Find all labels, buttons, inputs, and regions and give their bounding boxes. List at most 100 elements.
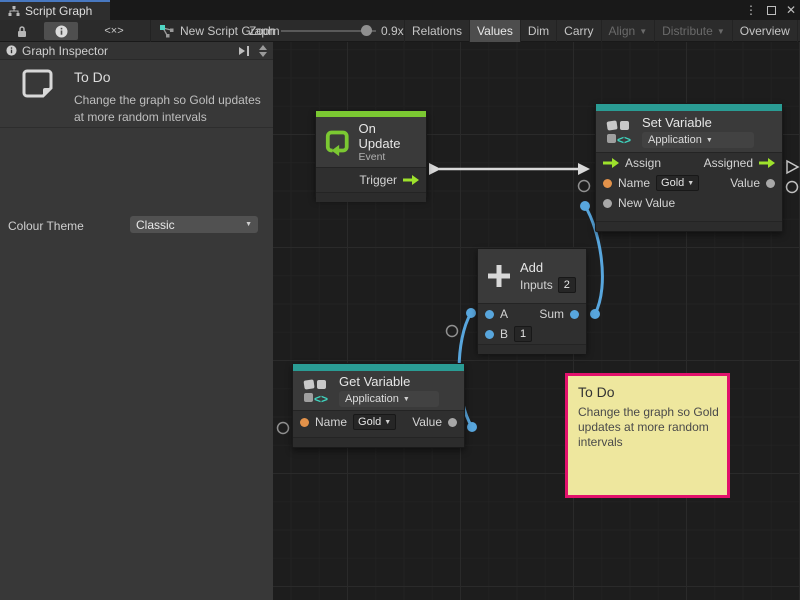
node-title: On Update [359, 121, 419, 151]
wire-endpoint [467, 422, 477, 432]
variable-scope-dropdown[interactable]: Application▼ [339, 391, 439, 407]
node-footer [596, 221, 782, 231]
graph-inspector-panel: Graph Inspector To Do Change the graph s… [0, 42, 273, 600]
new-value-port-label: New Value [618, 196, 675, 210]
node-set-variable[interactable]: <> Set Variable Application▼ Assign Assi… [595, 103, 783, 232]
inspector-title: Graph Inspector [22, 44, 108, 58]
port-halo-triangle [787, 161, 798, 173]
node-footer [478, 344, 586, 354]
name-input-port[interactable] [603, 179, 612, 188]
port-halo [579, 181, 590, 192]
tab-strip: Script Graph ⋮ ✕ [0, 0, 800, 20]
variables-icon: <> [604, 117, 634, 147]
align-dropdown[interactable]: Align▼ [601, 20, 655, 42]
chevron-down-icon: ▼ [706, 137, 713, 144]
chevron-down-icon: ▼ [403, 396, 410, 403]
wire-endpoint [590, 309, 600, 319]
b-input-port[interactable] [485, 330, 494, 339]
close-icon[interactable]: ✕ [786, 3, 796, 17]
zoom-slider-handle[interactable] [361, 25, 372, 36]
graph-canvas[interactable]: On Update Event Trigger <> [273, 42, 800, 600]
node-add[interactable]: Add Inputs 2 A Sum B [477, 248, 587, 352]
zoom-label: Zoom [249, 24, 280, 38]
trigger-port-label: Trigger [359, 173, 397, 187]
inspector-toggle-button[interactable] [44, 22, 78, 40]
panel-scroll-arrows[interactable] [259, 45, 267, 57]
chevron-down-icon: ▼ [245, 221, 252, 228]
value-port-label: Value [730, 176, 760, 190]
node-get-variable[interactable]: <> Get Variable Application▼ Name Gold▼ [292, 363, 465, 448]
node-title: Add [520, 260, 576, 275]
value-output-port[interactable] [766, 179, 775, 188]
overview-button[interactable]: Overview [732, 20, 797, 42]
lock-button[interactable] [0, 20, 44, 42]
node-on-update[interactable]: On Update Event Trigger [315, 110, 427, 198]
new-value-input-port[interactable] [603, 199, 612, 208]
wire-endpoint [580, 201, 590, 211]
value-output-port[interactable] [448, 418, 457, 427]
a-input-port[interactable] [485, 310, 494, 319]
variable-name-dropdown[interactable]: Gold▼ [353, 414, 396, 430]
add-icon [486, 263, 512, 289]
maximize-icon[interactable] [767, 6, 776, 15]
window-menu-icon[interactable]: ⋮ [745, 3, 757, 17]
values-button[interactable]: Values [469, 20, 520, 42]
code-view-button[interactable]: <×> [78, 20, 150, 42]
colour-theme-label: Colour Theme [8, 219, 84, 233]
chevron-down-icon: ▼ [717, 27, 725, 36]
relations-button[interactable]: Relations [404, 20, 469, 42]
port-halo [447, 326, 458, 337]
carry-button[interactable]: Carry [556, 20, 600, 42]
sticky-note-icon [20, 67, 56, 103]
variable-colorbar [596, 104, 782, 111]
tab-script-graph[interactable]: Script Graph [0, 0, 110, 20]
arrow-down-icon [259, 52, 267, 57]
assign-port-label: Assign [625, 156, 661, 170]
wire-arrowhead-end [578, 163, 590, 175]
unity-script-graph-window: Script Graph ⋮ ✕ <×> New Script Graph [0, 0, 800, 600]
inspector-todo-description: Change the graph so Gold updates at more… [74, 92, 272, 126]
window-controls: ⋮ ✕ [745, 0, 796, 20]
node-footer [316, 192, 426, 202]
info-icon [6, 45, 17, 56]
node-title: Set Variable [642, 115, 754, 130]
dim-button[interactable]: Dim [520, 20, 556, 42]
control-input-port[interactable] [603, 158, 619, 168]
sticky-note[interactable]: To Do Change the graph so Gold updates a… [565, 373, 730, 498]
chevron-down-icon: ▼ [384, 419, 391, 426]
variable-name-dropdown[interactable]: Gold▼ [656, 175, 699, 191]
port-halo [278, 423, 289, 434]
assigned-port-label: Assigned [704, 156, 753, 170]
variables-icon: <> [301, 376, 331, 406]
name-port-label: Name [315, 415, 347, 429]
on-update-icon [324, 128, 351, 156]
name-input-port[interactable] [300, 418, 309, 427]
zoom-value: 0.9x [381, 24, 404, 38]
distribute-dropdown[interactable]: Distribute▼ [654, 20, 732, 42]
node-title: Get Variable [339, 374, 439, 389]
name-port-label: Name [618, 176, 650, 190]
sticky-note-body: Change the graph so Gold updates at more… [578, 405, 724, 450]
colour-theme-row: Colour Theme Classic ▼ [0, 127, 273, 151]
control-output-port[interactable] [759, 158, 775, 168]
sum-output-port[interactable] [570, 310, 579, 319]
inputs-label: Inputs [520, 278, 553, 292]
graph-tab-icon [8, 5, 20, 17]
inputs-count-field[interactable]: 2 [558, 277, 576, 293]
graph-toolbar: <×> New Script Graph Zoom 0.9x Relations… [0, 20, 800, 42]
b-port-label: B [500, 327, 508, 341]
node-footer [293, 437, 464, 447]
control-output-port[interactable] [403, 175, 419, 185]
info-icon [55, 25, 68, 38]
graph-inspector-header[interactable]: Graph Inspector [0, 42, 273, 60]
sticky-note-title: To Do [578, 384, 717, 400]
variable-scope-dropdown[interactable]: Application▼ [642, 132, 754, 148]
arrow-up-icon [259, 45, 267, 50]
value-port-label: Value [412, 415, 442, 429]
inspector-todo-title: To Do [74, 69, 111, 85]
colour-theme-dropdown[interactable]: Classic ▼ [130, 216, 258, 233]
variable-colorbar [293, 364, 464, 371]
toolbar-right-group: Relations Values Dim Carry Align▼ Distri… [404, 20, 800, 42]
b-value-field[interactable]: 1 [514, 326, 532, 342]
dock-panel-icon[interactable] [238, 46, 250, 56]
